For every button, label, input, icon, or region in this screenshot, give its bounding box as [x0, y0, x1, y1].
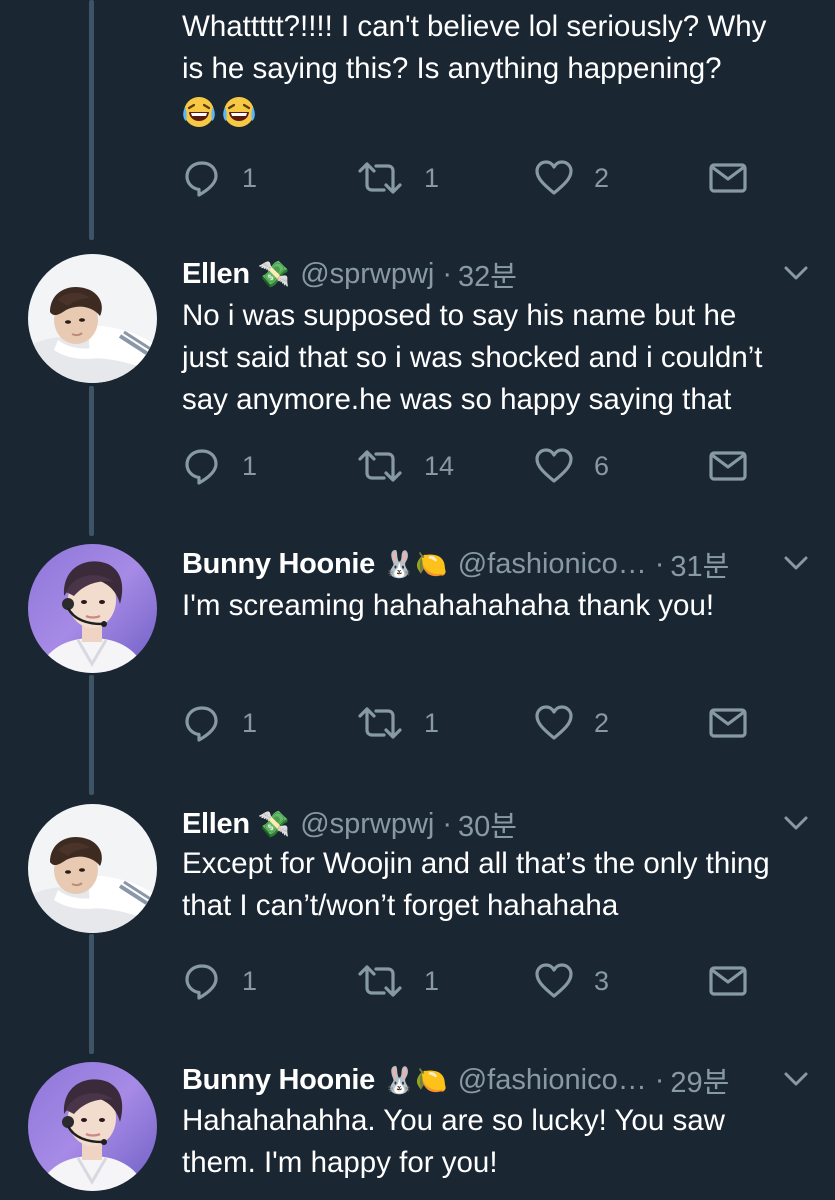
like-button[interactable]: 3 — [534, 959, 609, 1003]
tweet[interactable]: Bunny Hoonie 🐰🍋 @fashionico… · 29분 Hahah… — [0, 1048, 835, 1200]
name-emoji: 💸 — [257, 809, 291, 839]
chevron-down-icon[interactable] — [781, 1064, 811, 1094]
laughing-emoji-icon — [222, 95, 256, 129]
like-count: 6 — [594, 450, 610, 481]
user-handle[interactable]: @fashionico… — [458, 1064, 647, 1097]
like-button[interactable]: 2 — [534, 156, 609, 200]
retweet-button[interactable]: 1 — [356, 156, 439, 200]
separator-dot: · — [442, 257, 453, 290]
reply-timeline: Whattttt?!!!! I can't believe lol seriou… — [0, 0, 835, 1200]
reply-count: 1 — [242, 450, 258, 481]
reply-icon — [182, 961, 222, 1001]
like-button[interactable]: 2 — [534, 701, 609, 745]
display-name[interactable]: Bunny Hoonie — [182, 1064, 375, 1097]
retweet-button[interactable]: 1 — [356, 701, 439, 745]
tweet-actions: 1 1 2 — [182, 156, 762, 200]
direct-message-button[interactable] — [708, 701, 748, 745]
tweet-header: Ellen 💸 @sprwpwj · 30분 — [182, 804, 815, 844]
tweet-text: Whattttt?!!!! I can't believe lol seriou… — [182, 6, 815, 132]
reply-count: 1 — [242, 965, 258, 996]
retweet-icon — [356, 703, 404, 743]
avatar[interactable] — [28, 804, 157, 933]
envelope-icon — [708, 162, 748, 194]
tweet-header: Ellen 💸 @sprwpwj · 32분 — [182, 254, 815, 294]
tweet-emojis — [182, 90, 815, 132]
retweet-button[interactable]: 14 — [356, 444, 454, 488]
direct-message-button[interactable] — [708, 444, 748, 488]
retweet-icon — [356, 446, 404, 486]
like-count: 2 — [594, 707, 610, 738]
chevron-down-icon[interactable] — [781, 548, 811, 578]
tweet[interactable]: Bunny Hoonie 🐰🍋 @fashionico… · 31분 I'm s… — [0, 530, 835, 790]
tweet-actions: 1 14 6 — [182, 444, 762, 488]
tweet-text: I'm screaming hahahahahaha thank you! — [182, 589, 715, 622]
display-name[interactable]: Ellen — [182, 808, 250, 841]
separator-dot: · — [442, 807, 453, 840]
avatar[interactable] — [28, 1062, 157, 1191]
like-count: 3 — [594, 965, 610, 996]
avatar[interactable] — [28, 544, 157, 673]
tweet[interactable]: Ellen 💸 @sprwpwj · 30분 Except for Woojin… — [0, 790, 835, 1050]
retweet-icon — [356, 158, 404, 198]
retweet-count: 1 — [424, 162, 440, 193]
envelope-icon — [708, 965, 748, 997]
tweet-text: No i was supposed to say his name but he… — [182, 299, 763, 416]
tweet-text: Hahahahahha. You are so lucky! You saw t… — [182, 1104, 725, 1179]
reply-icon — [182, 703, 222, 743]
tweet[interactable]: Ellen 💸 @sprwpwj · 32분 No i was supposed… — [0, 240, 835, 530]
user-handle[interactable]: @sprwpwj — [300, 258, 434, 291]
laughing-emoji-icon — [182, 95, 216, 129]
chevron-down-icon[interactable] — [781, 258, 811, 288]
like-button[interactable]: 6 — [534, 444, 609, 488]
heart-icon — [534, 961, 574, 1001]
tweet-timestamp[interactable]: 32분 — [458, 253, 517, 295]
reply-button[interactable]: 1 — [182, 701, 257, 745]
user-handle[interactable]: @sprwpwj — [300, 808, 434, 841]
tweet-actions: 1 1 3 — [182, 959, 762, 1003]
tweet-actions: 1 1 2 — [182, 701, 762, 745]
display-name[interactable]: Bunny Hoonie — [182, 548, 375, 581]
separator-dot: · — [654, 1063, 665, 1096]
name-emoji: 💸 — [257, 259, 291, 289]
tweet-timestamp[interactable]: 30분 — [458, 803, 517, 845]
retweet-button[interactable]: 1 — [356, 959, 439, 1003]
heart-icon — [534, 158, 574, 198]
retweet-icon — [356, 961, 404, 1001]
reply-button[interactable]: 1 — [182, 959, 257, 1003]
name-emoji: 🐰🍋 — [382, 1065, 448, 1095]
tweet-text: Except for Woojin and all that’s the onl… — [182, 847, 770, 922]
reply-icon — [182, 446, 222, 486]
tweet[interactable]: Whattttt?!!!! I can't believe lol seriou… — [0, 0, 835, 220]
reply-icon — [182, 158, 222, 198]
retweet-count: 1 — [424, 707, 440, 738]
like-count: 2 — [594, 162, 610, 193]
tweet-header: Bunny Hoonie 🐰🍋 @fashionico… · 31분 — [182, 544, 815, 584]
retweet-count: 1 — [424, 965, 440, 996]
user-handle[interactable]: @fashionico… — [458, 548, 647, 581]
envelope-icon — [708, 707, 748, 739]
name-emoji: 🐰🍋 — [382, 549, 448, 579]
tweet-timestamp[interactable]: 29분 — [670, 1059, 729, 1101]
reply-button[interactable]: 1 — [182, 444, 257, 488]
reply-count: 1 — [242, 162, 258, 193]
direct-message-button[interactable] — [708, 156, 748, 200]
reply-button[interactable]: 1 — [182, 156, 257, 200]
envelope-icon — [708, 450, 748, 482]
tweet-timestamp[interactable]: 31분 — [670, 543, 729, 585]
separator-dot: · — [654, 547, 665, 580]
heart-icon — [534, 703, 574, 743]
tweet-header: Bunny Hoonie 🐰🍋 @fashionico… · 29분 — [182, 1060, 815, 1100]
display-name[interactable]: Ellen — [182, 258, 250, 291]
retweet-count: 14 — [424, 450, 455, 481]
chevron-down-icon[interactable] — [781, 808, 811, 838]
avatar[interactable] — [28, 254, 157, 383]
heart-icon — [534, 446, 574, 486]
direct-message-button[interactable] — [708, 959, 748, 1003]
reply-count: 1 — [242, 707, 258, 738]
